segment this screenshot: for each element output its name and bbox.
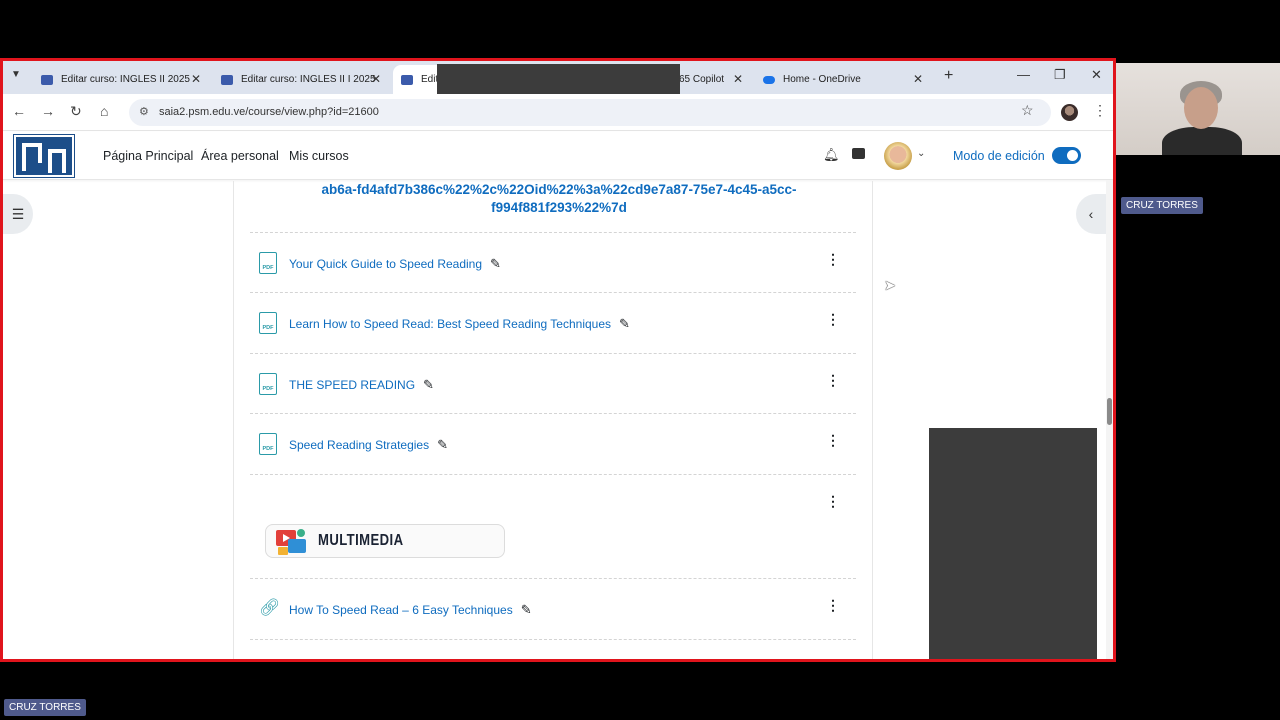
moodle-favicon-icon <box>41 74 53 85</box>
activity-menu-icon[interactable]: ⋮ <box>826 597 840 614</box>
moodle-favicon-icon <box>221 74 233 85</box>
tab-editar-curso-2[interactable]: Editar curso: INGLES II I 2025 ✕ <box>213 65 389 94</box>
activity-row: PDF THE SPEED READING ✎ ⋮ <box>250 353 856 413</box>
moodle-favicon-icon <box>401 74 413 85</box>
activity-row: PDF Speed Reading Strategies ✎ ⋮ <box>250 413 856 473</box>
chevron-down-icon[interactable]: ⌄ <box>917 148 925 159</box>
activity-link[interactable]: Speed Reading Strategies ✎ <box>289 437 448 453</box>
tab-editar-curso-1[interactable]: Editar curso: INGLES II 2025 ✕ <box>33 65 209 94</box>
activity-row-partial <box>250 639 856 659</box>
activity-link[interactable]: THE SPEED READING ✎ <box>289 377 434 393</box>
edit-pencil-icon[interactable]: ✎ <box>437 437 448 452</box>
close-tab-icon[interactable]: ✕ <box>371 72 381 86</box>
browser-profile-avatar[interactable] <box>1061 104 1078 121</box>
address-toolbar: ← → ↻ ⌂ ⚙ saia2.psm.edu.ve/course/view.p… <box>3 94 1113 131</box>
activity-menu-icon[interactable]: ⋮ <box>826 251 840 268</box>
forward-icon[interactable]: → <box>41 103 55 119</box>
user-avatar[interactable] <box>884 142 912 170</box>
back-icon[interactable]: ← <box>12 103 26 119</box>
close-tab-icon[interactable]: ✕ <box>733 72 743 86</box>
url-bar[interactable]: ⚙ saia2.psm.edu.ve/course/view.php?id=21… <box>129 99 1051 126</box>
new-tab-icon[interactable]: + <box>944 67 953 85</box>
edit-pencil-icon[interactable]: ✎ <box>619 316 630 331</box>
minimize-icon[interactable]: — <box>1017 67 1030 82</box>
block-drawer-chevron-left-icon[interactable]: ‹ <box>1076 194 1106 234</box>
site-info-icon[interactable]: ⚙ <box>139 99 149 126</box>
messages-icon[interactable] <box>852 148 865 159</box>
label-menu-icon[interactable]: ⋮ <box>826 493 840 510</box>
edit-pencil-icon[interactable]: ✎ <box>423 377 434 392</box>
tab-onedrive[interactable]: Home - OneDrive ✕ <box>755 65 931 94</box>
scrollbar-thumb[interactable] <box>1107 398 1112 425</box>
mouse-cursor-icon: ➤ <box>884 277 896 293</box>
multimedia-banner: MULTIMEDIA <box>265 524 505 558</box>
activity-link[interactable]: How To Speed Read – 6 Easy Techniques ✎ <box>289 602 532 618</box>
activity-row: PDF Learn How to Speed Read: Best Speed … <box>250 292 856 352</box>
activity-link[interactable]: Your Quick Guide to Speed Reading ✎ <box>289 256 501 272</box>
nav-area-personal[interactable]: Área personal <box>201 149 279 163</box>
activity-link[interactable]: Learn How to Speed Read: Best Speed Read… <box>289 316 630 332</box>
link-icon: 🔗︎ <box>259 598 281 617</box>
notifications-bell-icon[interactable]: 🔔︎ <box>823 147 840 163</box>
close-tab-icon[interactable]: ✕ <box>191 72 201 86</box>
tab-search-icon[interactable]: ▼ <box>11 69 21 80</box>
pdf-icon: PDF <box>259 433 277 455</box>
activity-menu-icon[interactable]: ⋮ <box>826 372 840 389</box>
nav-mis-cursos[interactable]: Mis cursos <box>289 149 349 163</box>
close-tab-icon[interactable]: ✕ <box>913 72 923 86</box>
pdf-icon: PDF <box>259 312 277 334</box>
close-window-icon[interactable]: ✕ <box>1091 67 1102 83</box>
tab-strip: ▼ Editar curso: INGLES II 2025 ✕ Editar … <box>3 61 1113 95</box>
bookmark-star-icon[interactable]: ☆ <box>1021 102 1034 119</box>
course-content: ab6a-fd4afd7b386c%22%2c%22Oid%22%3a%22cd… <box>233 181 873 659</box>
browser-window: ▼ Editar curso: INGLES II 2025 ✕ Editar … <box>0 58 1116 662</box>
pdf-icon: PDF <box>259 252 277 274</box>
edit-mode-toggle[interactable] <box>1052 147 1081 164</box>
self-name-tag: CRUZ TORRES <box>4 699 86 716</box>
course-index-drawer-icon[interactable]: ☰ <box>3 194 33 234</box>
restore-icon[interactable]: ❐ <box>1054 67 1066 83</box>
tab-copilot[interactable]: 65 Copilot ✕ <box>671 65 751 94</box>
moodle-navbar: Página Principal Área personal Mis curso… <box>3 132 1113 180</box>
onedrive-cloud-icon <box>763 75 775 84</box>
reload-icon[interactable]: ↻ <box>70 103 82 120</box>
activity-row: 🔗︎ How To Speed Read – 6 Easy Techniques… <box>250 578 856 638</box>
long-url-link[interactable]: ab6a-fd4afd7b386c%22%2c%22Oid%22%3a%22cd… <box>234 181 844 217</box>
edit-pencil-icon[interactable]: ✎ <box>521 602 532 617</box>
browser-menu-icon[interactable]: ⋮ <box>1093 102 1107 119</box>
edit-mode-label: Modo de edición <box>953 149 1045 163</box>
redacted-area <box>929 428 1097 659</box>
participant-video <box>1116 63 1280 155</box>
edit-pencil-icon[interactable]: ✎ <box>490 256 501 271</box>
participant-name-tag: CRUZ TORRES <box>1121 197 1203 214</box>
activity-row: PDF Your Quick Guide to Speed Reading ✎ ⋮ <box>250 232 856 292</box>
activity-menu-icon[interactable]: ⋮ <box>826 311 840 328</box>
redacted-area <box>437 64 680 95</box>
multimedia-icon <box>276 529 306 555</box>
nav-pagina-principal[interactable]: Página Principal <box>103 149 193 163</box>
activity-menu-icon[interactable]: ⋮ <box>826 432 840 449</box>
home-icon[interactable]: ⌂ <box>100 103 108 119</box>
site-logo[interactable] <box>13 134 75 178</box>
pdf-icon: PDF <box>259 373 277 395</box>
